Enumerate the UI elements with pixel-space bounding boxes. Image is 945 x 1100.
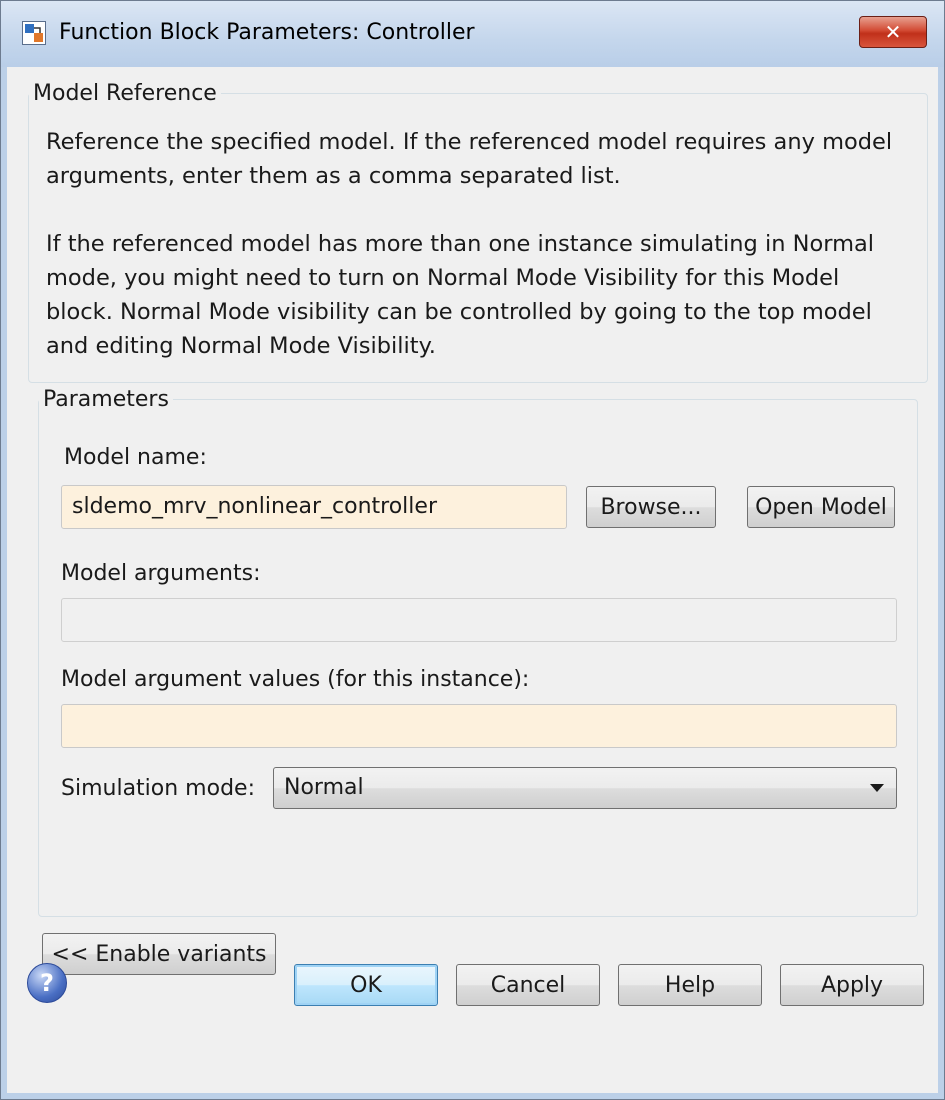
simulation-mode-value: Normal bbox=[284, 775, 364, 800]
cancel-button[interactable]: Cancel bbox=[456, 964, 600, 1006]
model-reference-legend: Model Reference bbox=[33, 81, 217, 106]
window-title: Function Block Parameters: Controller bbox=[59, 20, 475, 45]
simulation-mode-label: Simulation mode: bbox=[61, 776, 255, 801]
model-argument-values-field[interactable] bbox=[61, 704, 897, 748]
description-line-4: mode, you might need to turn on Normal M… bbox=[46, 265, 840, 291]
simulink-block-icon bbox=[22, 21, 46, 45]
model-arguments-field bbox=[61, 598, 897, 642]
apply-button[interactable]: Apply bbox=[780, 964, 924, 1006]
browse-button[interactable]: Browse... bbox=[586, 486, 716, 528]
description-line-6: and editing Normal Mode Visibility. bbox=[46, 333, 436, 359]
ok-button[interactable]: OK bbox=[294, 964, 438, 1006]
simulation-mode-dropdown[interactable]: Normal bbox=[273, 767, 897, 809]
description-line-5: block. Normal Mode visibility can be con… bbox=[46, 299, 872, 325]
open-model-button[interactable]: Open Model bbox=[747, 486, 895, 528]
help-button[interactable]: Help bbox=[618, 964, 762, 1006]
chevron-down-icon bbox=[870, 784, 884, 792]
model-name-field[interactable]: sldemo_mrv_nonlinear_controller bbox=[61, 485, 567, 529]
parameters-legend: Parameters bbox=[43, 387, 169, 412]
description-line-2: arguments, enter them as a comma separat… bbox=[46, 163, 621, 189]
model-argument-values-label: Model argument values (for this instance… bbox=[61, 667, 530, 692]
enable-variants-button[interactable]: << Enable variants bbox=[42, 933, 276, 975]
dialog-content: Model Reference Reference the specified … bbox=[8, 67, 937, 1092]
model-arguments-label: Model arguments: bbox=[61, 561, 261, 586]
model-name-label: Model name: bbox=[64, 445, 207, 470]
close-button[interactable]: ✕ bbox=[859, 16, 927, 48]
description-line-3: If the referenced model has more than on… bbox=[46, 231, 875, 257]
dialog-window: Function Block Parameters: Controller ✕ … bbox=[0, 0, 945, 1100]
close-icon: ✕ bbox=[884, 20, 902, 44]
help-icon[interactable]: ? bbox=[27, 963, 67, 1003]
description-line-1: Reference the specified model. If the re… bbox=[46, 129, 893, 155]
title-bar[interactable]: Function Block Parameters: Controller ✕ bbox=[1, 1, 944, 67]
